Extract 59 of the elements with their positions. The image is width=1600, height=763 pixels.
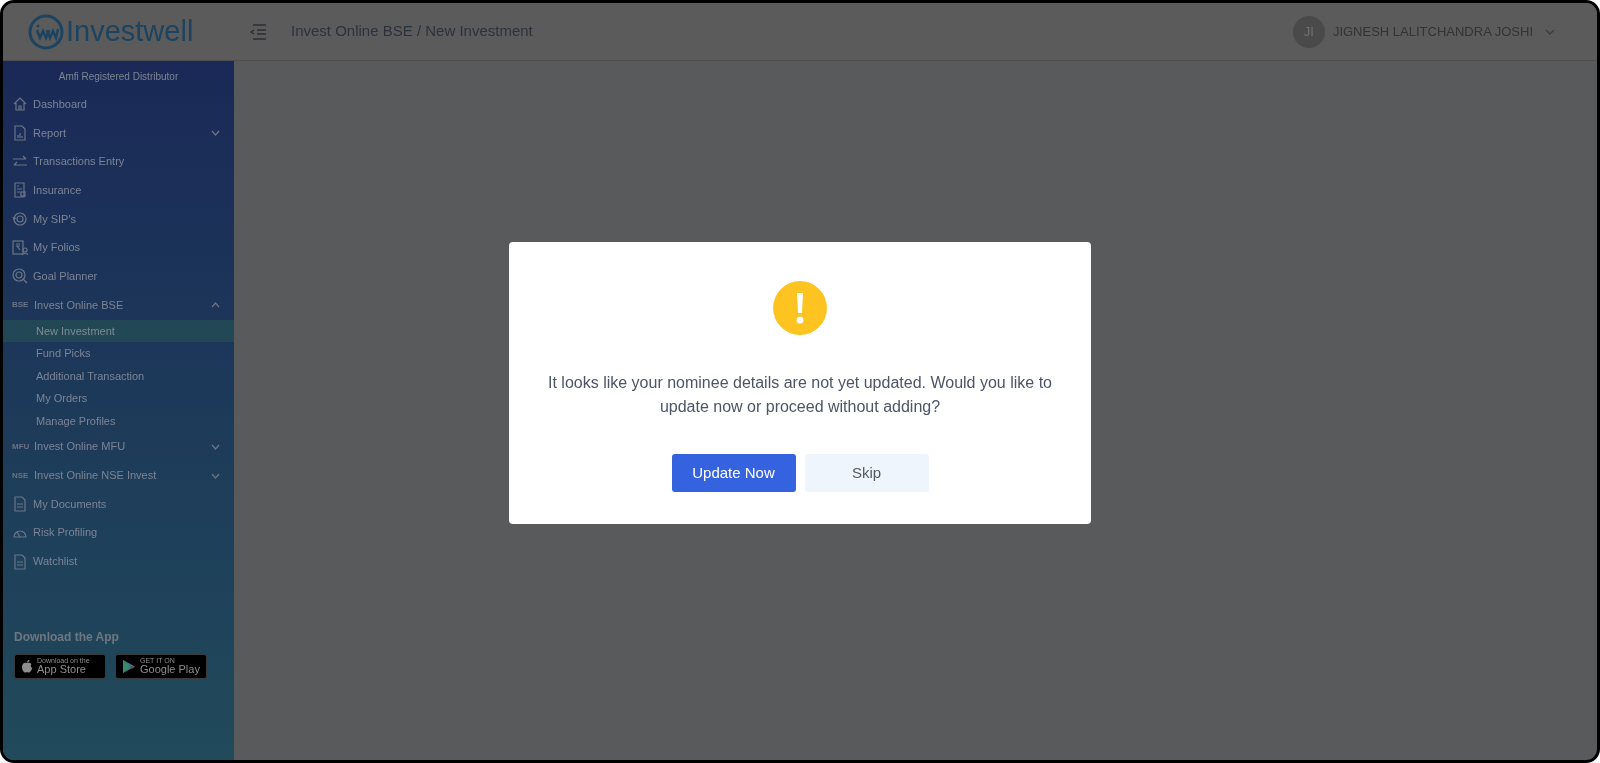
sidebar-item[interactable]: Watchlist bbox=[3, 547, 234, 576]
sidebar-item[interactable]: BSE Invest Online BSE bbox=[3, 290, 234, 320]
chevron-down-icon[interactable] bbox=[211, 443, 220, 450]
sidebar-label: Goal Planner bbox=[33, 270, 98, 282]
sidebar-label: Insurance bbox=[33, 184, 82, 196]
update-button[interactable]: Update Now bbox=[671, 454, 796, 492]
sidebar-item[interactable]: My Folios bbox=[3, 233, 234, 263]
dialog-message: It looks like your nominee details are not yet updated. Would you like to update now or proceed without adding? bbox=[547, 373, 1053, 417]
chevron-down-icon[interactable] bbox=[211, 472, 220, 479]
submenu-item[interactable]: My Orders bbox=[3, 387, 234, 410]
sidebar-label: Invest Online NSE Invest bbox=[34, 470, 157, 481]
sidebar-item[interactable]: MFU Invest Online MFU bbox=[3, 432, 234, 462]
store-name: App Store bbox=[37, 664, 87, 676]
document-icon bbox=[12, 182, 28, 199]
submenu-item[interactable]: Manage Profiles bbox=[3, 409, 234, 433]
rupee-user-icon bbox=[12, 239, 28, 256]
sidebar-item[interactable]: My Documents bbox=[3, 489, 234, 519]
sidebar-item[interactable]: Insurance bbox=[3, 176, 234, 205]
skip-button[interactable]: Skip bbox=[804, 454, 929, 492]
sidebar-label: My Documents bbox=[33, 498, 107, 510]
chevron-up-icon[interactable] bbox=[211, 302, 220, 309]
sidebar-item[interactable]: Report bbox=[3, 118, 234, 148]
menu-icon[interactable] bbox=[249, 23, 267, 40]
report-icon bbox=[12, 125, 28, 142]
sidebar-item[interactable]: Transactions Entry bbox=[3, 147, 234, 177]
section-code-label: MFU bbox=[12, 440, 29, 453]
sidebar-label: Report bbox=[33, 127, 67, 139]
store-name: Google Play bbox=[140, 664, 200, 676]
sidebar-label: Invest Online MFU bbox=[34, 441, 126, 453]
sidebar-label: Watchlist bbox=[33, 556, 78, 568]
sidebar-item[interactable]: Goal Planner bbox=[3, 262, 234, 291]
apple-icon bbox=[21, 659, 33, 674]
sidebar-label: My Folios bbox=[33, 242, 81, 254]
app-logo-text: Investwell bbox=[66, 17, 194, 46]
sidebar-label: Risk Profiling bbox=[33, 527, 98, 539]
home-icon bbox=[12, 96, 28, 113]
sidebar-item[interactable]: Risk Profiling bbox=[3, 518, 234, 548]
play-triangle-icon bbox=[122, 658, 136, 674]
sidebar-label: My SIP's bbox=[33, 213, 77, 225]
tagline: Amfi Registered Distributor bbox=[57, 70, 180, 84]
submenu-item[interactable]: New Investment bbox=[3, 319, 234, 343]
chevron-down-icon[interactable] bbox=[211, 130, 220, 137]
document-icon bbox=[12, 496, 28, 513]
submenu-item[interactable]: Additional Transaction bbox=[3, 364, 234, 388]
warning-icon bbox=[773, 281, 827, 335]
target-icon bbox=[12, 268, 28, 285]
section-code-label: BSE bbox=[12, 299, 29, 312]
logo-icon bbox=[28, 13, 64, 50]
chevron-down-icon[interactable] bbox=[1545, 28, 1555, 35]
sidebar-label: Dashboard bbox=[33, 98, 87, 110]
sidebar-item[interactable]: NSE Invest Online NSE Invest bbox=[3, 461, 234, 490]
sidebar-label: Invest Online BSE bbox=[34, 299, 124, 311]
sidebar-item[interactable]: My SIP's bbox=[3, 204, 234, 234]
sidebar-item[interactable]: Dashboard bbox=[3, 90, 234, 119]
sidebar-label: Transactions Entry bbox=[33, 156, 125, 168]
submenu-item[interactable]: Fund Picks bbox=[3, 342, 234, 365]
document-icon bbox=[12, 553, 28, 570]
section-code-label: NSE bbox=[12, 469, 29, 482]
download-heading: Download the App bbox=[14, 628, 120, 646]
